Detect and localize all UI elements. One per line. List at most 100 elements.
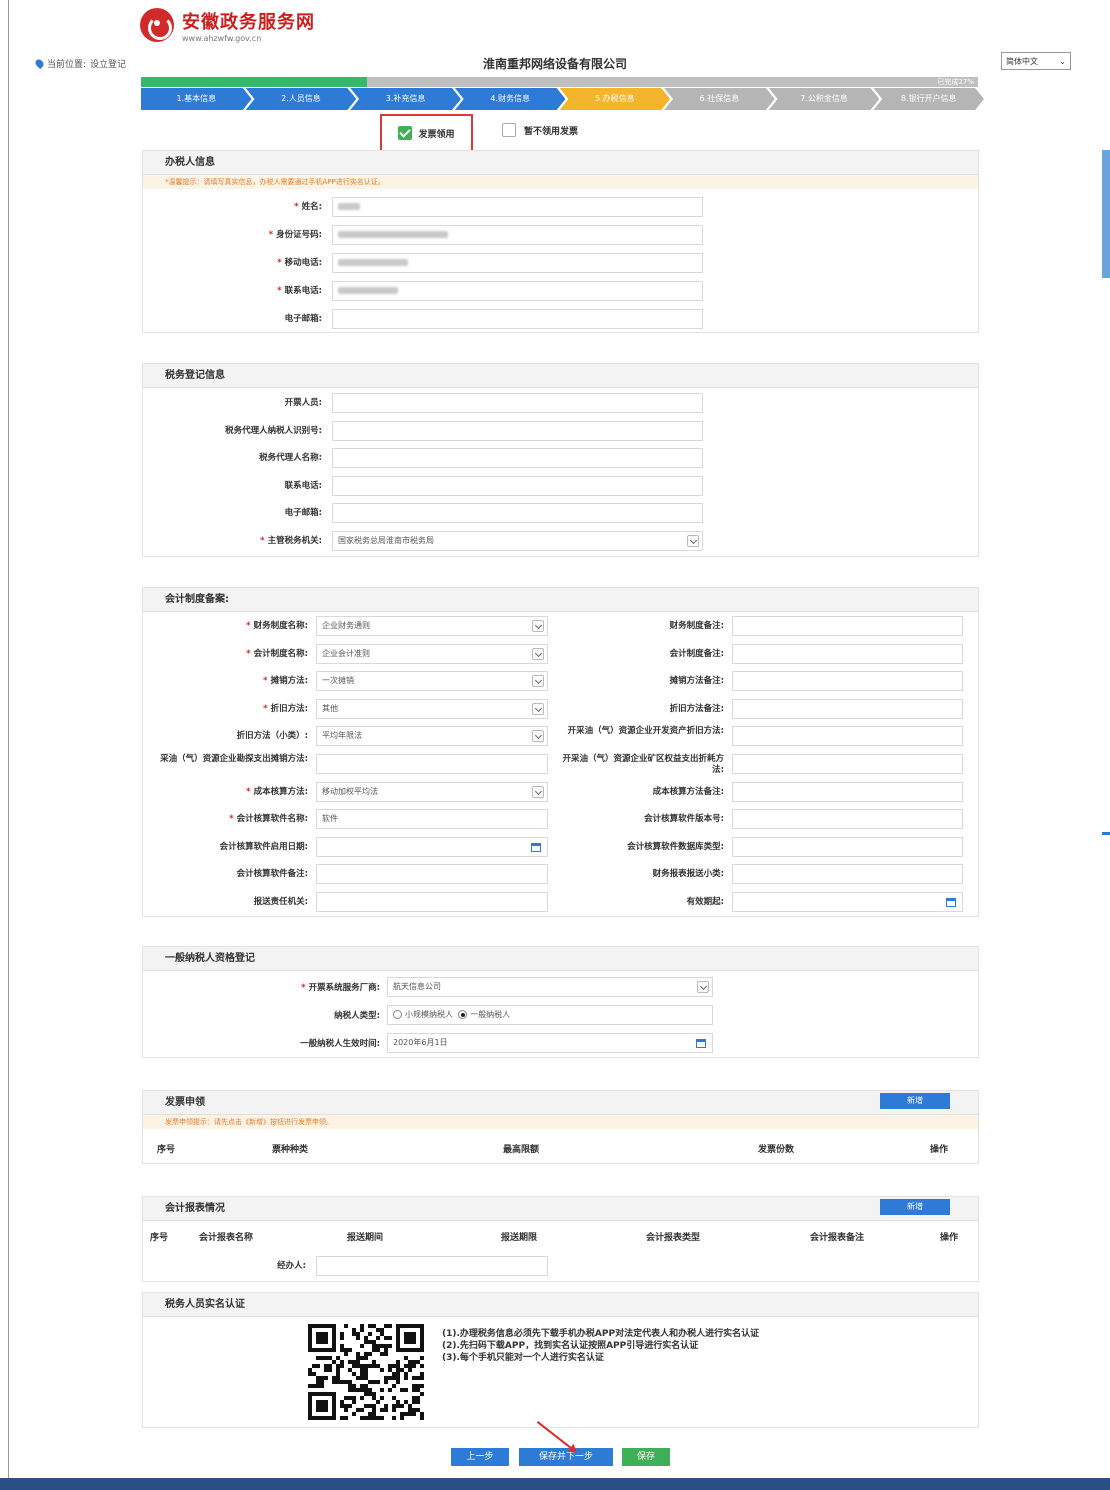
section-title: 税务登记信息: [143, 364, 978, 388]
accounting-note-input[interactable]: [732, 809, 963, 830]
accounting-note-input[interactable]: [732, 781, 963, 802]
footer-bar: [0, 1478, 1110, 1490]
accounting-input[interactable]: 软件: [316, 809, 548, 830]
step-tab[interactable]: 4.财务信息: [454, 88, 566, 110]
effective-date-label: 一般纳税人生效时间:: [300, 1039, 380, 1049]
section-title: 会计报表情况: [143, 1197, 978, 1221]
report-add-button[interactable]: 新增: [880, 1199, 950, 1215]
accounting-note-input[interactable]: [732, 616, 963, 636]
accounting-input[interactable]: [316, 864, 548, 885]
taxreg-input[interactable]: [332, 393, 703, 413]
real-name-note: (1).办理税务信息必须先下载手机办税APP对法定代表人和办税人进行实名认证: [442, 1329, 760, 1339]
radio-small-scale[interactable]: [393, 1010, 402, 1019]
column-header: 序号: [157, 1145, 176, 1155]
language-select[interactable]: 简体中文 ⌄: [1001, 52, 1071, 70]
handler-input[interactable]: [316, 1256, 548, 1276]
accounting-input[interactable]: 其他: [316, 698, 548, 719]
step-tab[interactable]: 3.补充信息: [350, 88, 461, 110]
accounting-input[interactable]: 企业财务通则: [316, 616, 548, 636]
taxreg-input[interactable]: [332, 475, 703, 496]
field-label: 会计核算软件启用日期:: [219, 841, 308, 852]
site-name[interactable]: 安徽政务服务网: [182, 8, 315, 34]
section-tip: *温馨提示：请填写真实信息，办税人需要通过手机APP进行实名认证。: [143, 175, 978, 189]
handler-input[interactable]: [332, 253, 703, 273]
field-label: 电子邮箱:: [284, 314, 322, 324]
column-header: 操作: [940, 1233, 959, 1243]
field-label: 折旧方法（小类）:: [236, 731, 308, 742]
accounting-note-input[interactable]: [732, 698, 963, 719]
effective-date-value: 2020年6月1日: [393, 1038, 448, 1047]
progress-bar: 已完成27%: [141, 77, 978, 87]
handler-input[interactable]: [332, 309, 703, 329]
column-header: 报送期限: [501, 1233, 538, 1243]
accounting-note-input[interactable]: [732, 892, 963, 912]
progress-label: 已完成27%: [937, 78, 974, 86]
field-label: * 折旧方法:: [263, 703, 308, 714]
field-label: 会计核算软件数据库类型:: [627, 841, 724, 852]
handler-input[interactable]: [332, 281, 703, 301]
accounting-input[interactable]: 一次摊销: [316, 671, 548, 692]
step-tab[interactable]: 1.基本信息: [141, 88, 252, 110]
provider-select[interactable]: 航天信息公司: [387, 977, 713, 997]
calendar-icon[interactable]: [531, 842, 541, 852]
radio-small-scale-label: 小规模纳税人: [405, 1010, 453, 1019]
taxreg-input[interactable]: [332, 503, 703, 523]
accounting-note-input[interactable]: [732, 726, 963, 747]
checked-checkbox-icon[interactable]: [398, 126, 413, 140]
provider-label: * 开票系统服务厂商:: [301, 983, 380, 993]
taxreg-input[interactable]: [332, 420, 703, 441]
no-invoice-label: 暂不领用发票: [524, 126, 579, 137]
accounting-note-input[interactable]: [732, 754, 963, 774]
section-title: 一般纳税人资格登记: [143, 947, 978, 971]
step-tab[interactable]: 5.办税信息: [559, 88, 671, 110]
calendar-icon[interactable]: [946, 898, 956, 907]
handler-input[interactable]: [332, 225, 703, 245]
step-tab[interactable]: 8.银行开户信息: [873, 88, 984, 110]
accounting-input[interactable]: [316, 754, 548, 774]
site-logo-icon[interactable]: [140, 8, 174, 42]
accounting-input[interactable]: 企业会计准则: [316, 643, 548, 664]
calendar-icon[interactable]: [696, 1039, 706, 1048]
field-label: * 主管税务机关:: [260, 535, 322, 546]
accounting-input[interactable]: 移动加权平均法: [316, 781, 548, 802]
unchecked-checkbox-icon[interactable]: [502, 123, 516, 137]
save-next-button[interactable]: 保存并下一步: [519, 1448, 613, 1466]
step-tab[interactable]: 2.人员信息: [245, 88, 357, 110]
effective-date-input[interactable]: 2020年6月1日: [387, 1033, 713, 1053]
invoice-add-button[interactable]: 新增: [880, 1093, 950, 1109]
handler-input[interactable]: [332, 197, 703, 217]
taxreg-input[interactable]: [332, 448, 703, 468]
prev-button[interactable]: 上一步: [451, 1448, 509, 1466]
taxpayer-type-label: 纳税人类型:: [334, 1011, 380, 1021]
step-tab[interactable]: 7.公积金信息: [768, 88, 880, 110]
accounting-note-input[interactable]: [732, 836, 963, 857]
section-title: 办税人信息: [143, 151, 978, 175]
field-label: 税务代理人名称:: [259, 453, 322, 463]
field-label: 摊销方法备注:: [669, 676, 724, 687]
column-header: 序号: [150, 1233, 169, 1243]
side-float-tab[interactable]: [1102, 150, 1110, 278]
field-label: * 成本核算方法:: [246, 786, 308, 797]
accounting-input[interactable]: 平均年限法: [316, 726, 548, 747]
step-tab[interactable]: 6.社保信息: [664, 88, 775, 110]
accounting-note-input[interactable]: [732, 671, 963, 692]
field-label: * 身份证号码:: [268, 230, 322, 240]
chevron-down-icon: [532, 702, 544, 715]
accounting-input[interactable]: [316, 892, 548, 912]
column-header: 发票份数: [758, 1145, 795, 1155]
chevron-down-icon: [532, 675, 544, 688]
field-label: * 移动电话:: [277, 258, 322, 268]
column-header: 会计报表类型: [646, 1233, 701, 1243]
accounting-input[interactable]: [316, 836, 548, 857]
radio-general[interactable]: [458, 1010, 468, 1019]
field-value: 软件: [322, 814, 338, 824]
taxpayer-type-radios: 小规模纳税人 一般纳税人: [387, 1005, 713, 1025]
column-header: 会计报表备注: [810, 1233, 865, 1243]
taxreg-input[interactable]: 国家税务总局淮南市税务局: [332, 530, 703, 551]
accounting-note-input[interactable]: [732, 864, 963, 885]
no-invoice-option[interactable]: 暂不领用发票: [502, 123, 578, 137]
save-button[interactable]: 保存: [622, 1448, 670, 1466]
accounting-note-input[interactable]: [732, 643, 963, 664]
invoice-apply-option[interactable]: 发票领用: [380, 114, 473, 152]
chevron-down-icon: [532, 785, 544, 798]
